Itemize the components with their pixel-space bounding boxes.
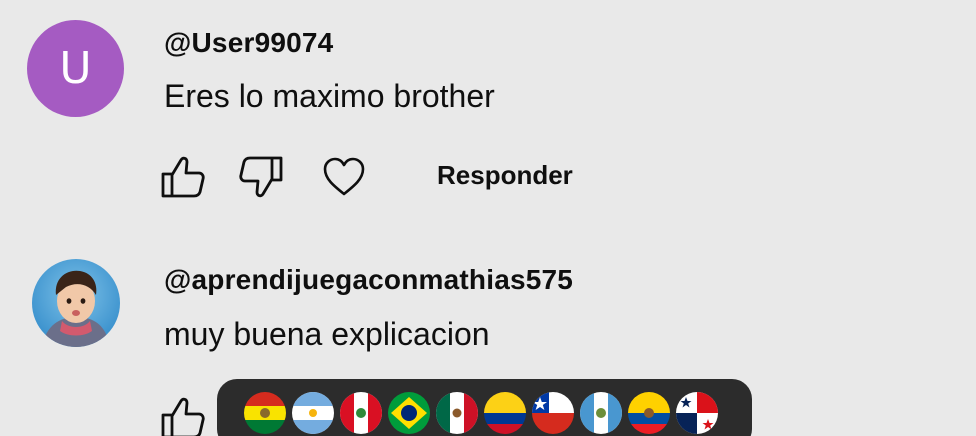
avatar-photo-icon <box>32 259 120 347</box>
like-icon[interactable] <box>160 154 206 200</box>
panama-flag-icon[interactable] <box>675 391 719 435</box>
ecuador-flag-icon[interactable] <box>627 391 671 435</box>
flag-bar <box>217 379 752 436</box>
comment-text: Eres lo maximo brother <box>164 78 495 114</box>
dislike-icon[interactable] <box>238 154 284 200</box>
bolivia-flag-icon[interactable] <box>243 391 287 435</box>
avatar[interactable]: U <box>27 20 124 117</box>
peru-flag-icon[interactable] <box>339 391 383 435</box>
like-icon[interactable] <box>160 395 206 436</box>
brazil-flag-icon[interactable] <box>387 391 431 435</box>
comments-section: U @User99074 Eres lo maximo brother Resp… <box>0 0 976 436</box>
comment-text: muy buena explicacion <box>164 316 490 352</box>
heart-icon[interactable] <box>322 156 366 198</box>
chile-flag-icon[interactable] <box>531 391 575 435</box>
comment-item: U @User99074 Eres lo maximo brother Resp… <box>0 0 976 230</box>
comment-item: @aprendijuegaconmathias575 muy buena exp… <box>0 240 976 436</box>
reply-button[interactable]: Responder <box>437 160 573 191</box>
avatar-letter: U <box>59 43 92 94</box>
colombia-flag-icon[interactable] <box>483 391 527 435</box>
avatar[interactable] <box>32 259 120 347</box>
guatemala-flag-icon[interactable] <box>579 391 623 435</box>
mexico-flag-icon[interactable] <box>435 391 479 435</box>
comment-author[interactable]: @aprendijuegaconmathias575 <box>164 264 573 296</box>
comment-author[interactable]: @User99074 <box>164 27 333 59</box>
argentina-flag-icon[interactable] <box>291 391 335 435</box>
